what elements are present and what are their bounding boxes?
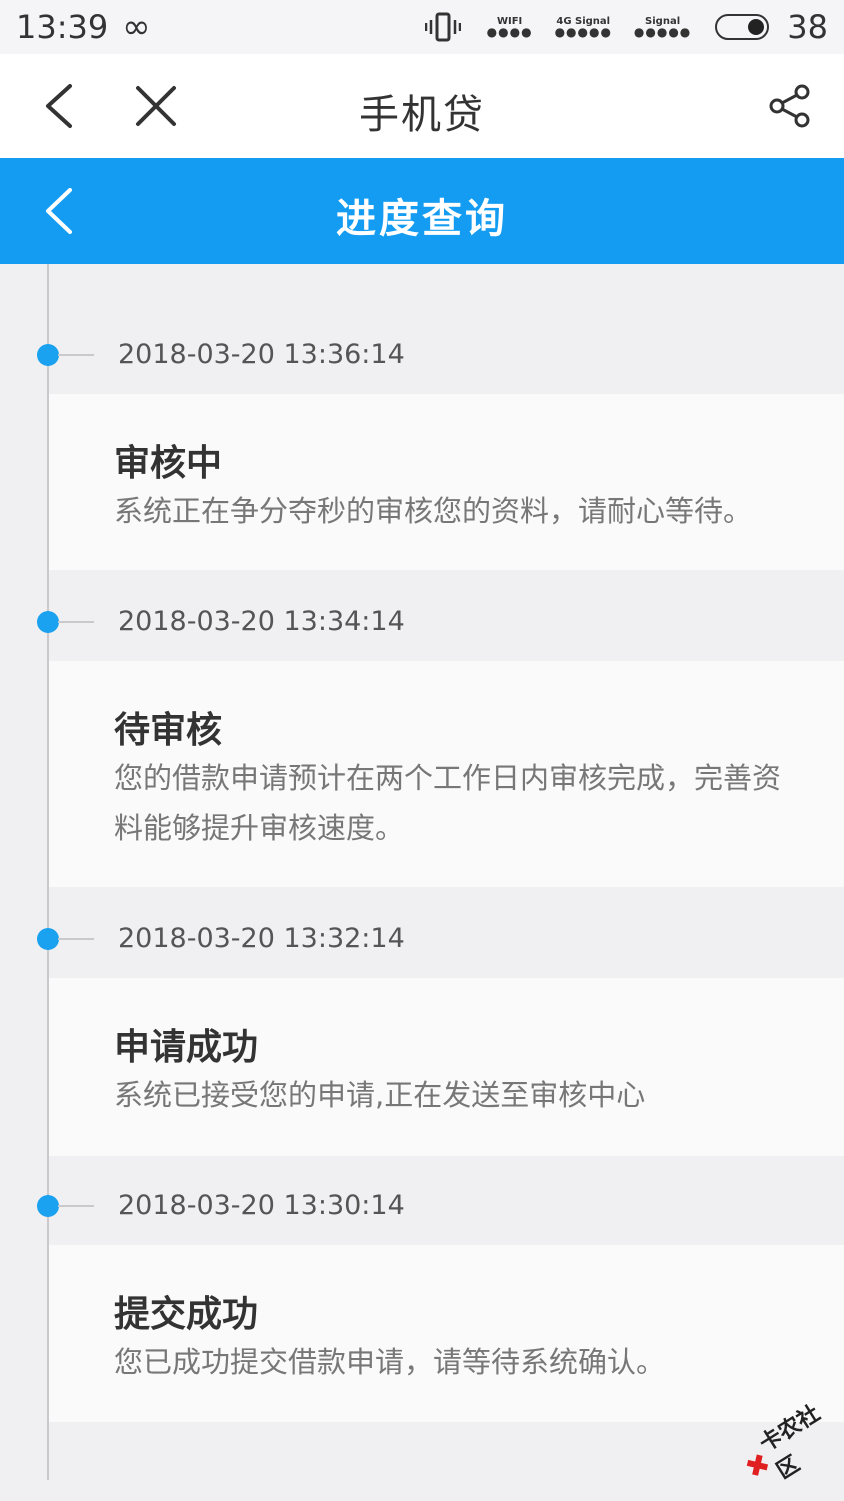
status-bar: 13:39 ∞ WIFI ●●●● 4G Signal ●●●●● Signal… <box>0 0 844 54</box>
timeline-tick <box>58 938 94 940</box>
card-desc: 系统正在争分夺秒的审核您的资料，请耐心等待。 <box>114 494 753 528</box>
infinity-icon: ∞ <box>122 7 151 47</box>
signal-4g-indicator: 4G Signal ●●●●● <box>554 17 612 39</box>
signal-4g-dots: ●●●●● <box>554 25 612 39</box>
timeline-date-row: 2018-03-20 13:32:14 <box>0 894 844 984</box>
status-time: 13:39 <box>16 8 109 46</box>
card-desc: 您的借款申请预计在两个工作日内审核完成，完善资料能够提升审核速度。 <box>114 761 782 845</box>
timeline-card: 待审核 您的借款申请预计在两个工作日内审核完成，完善资料能够提升审核速度。 <box>49 661 844 887</box>
timeline-tick <box>58 621 94 623</box>
battery-icon <box>715 14 770 40</box>
page-title: 进度查询 <box>336 196 508 242</box>
timeline-date: 2018-03-20 13:30:14 <box>118 1190 405 1221</box>
wifi-dots: ●●●● <box>486 25 533 39</box>
timeline-date: 2018-03-20 13:32:14 <box>118 923 405 954</box>
wifi-indicator: WIFI ●●●● <box>486 17 533 39</box>
timeline-date: 2018-03-20 13:34:14 <box>118 606 405 637</box>
timeline-dot <box>37 611 59 633</box>
title-bar: 手机贷 <box>0 54 844 158</box>
status-right: WIFI ●●●● 4G Signal ●●●●● Signal ●●●●● 3… <box>424 8 828 46</box>
vibrate-icon <box>424 12 461 42</box>
card-desc: 系统已接受您的申请,正在发送至审核中心 <box>114 1078 646 1112</box>
card-title: 审核中 <box>114 443 223 484</box>
timeline-date: 2018-03-20 13:36:14 <box>118 339 405 370</box>
timeline-card: 审核中 系统正在争分夺秒的审核您的资料，请耐心等待。 <box>49 394 844 570</box>
battery-knob <box>748 19 765 35</box>
share-icon[interactable] <box>768 84 812 128</box>
card-title: 提交成功 <box>114 1294 259 1335</box>
card-title: 待审核 <box>114 710 223 751</box>
timeline-date-row: 2018-03-20 13:36:14 <box>0 310 844 400</box>
timeline-tick <box>58 354 94 356</box>
timeline-card: 申请成功 系统已接受您的申请,正在发送至审核中心 <box>49 978 844 1156</box>
card-desc: 您已成功提交借款申请，请等待系统确认。 <box>114 1345 666 1379</box>
status-left: 13:39 ∞ <box>16 7 151 47</box>
signal-indicator: Signal ●●●●● <box>633 17 692 39</box>
app-title: 手机贷 <box>359 92 485 138</box>
page-header: 进度查询 <box>0 158 844 264</box>
timeline-card: 提交成功 您已成功提交借款申请，请等待系统确认。 <box>49 1245 844 1422</box>
battery-level: 38 <box>787 8 828 46</box>
card-title: 申请成功 <box>114 1027 259 1068</box>
timeline-dot <box>37 928 59 950</box>
timeline-dot <box>37 344 59 366</box>
signal-dots: ●●●●● <box>633 25 692 39</box>
timeline-date-row: 2018-03-20 13:34:14 <box>0 577 844 667</box>
timeline-date-row: 2018-03-20 13:30:14 <box>0 1161 844 1251</box>
timeline-tick <box>58 1205 94 1207</box>
timeline-dot <box>37 1195 59 1217</box>
